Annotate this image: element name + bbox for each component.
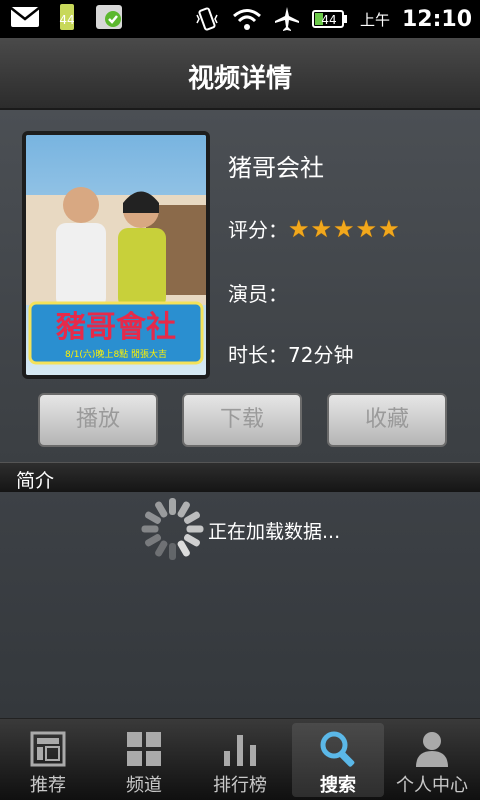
status-ampm: 上午 bbox=[359, 10, 390, 29]
battery-icon: 44 bbox=[311, 6, 348, 32]
rating-stars: ★ ★ ★ ★ ★ bbox=[288, 217, 400, 241]
tab-search[interactable]: 搜索 bbox=[292, 723, 384, 797]
chart-icon bbox=[224, 735, 256, 766]
rating-label: 评分： bbox=[228, 218, 288, 242]
bottom-tab-bar: 推荐 频道 排行榜 搜索 个人中心 bbox=[0, 718, 480, 800]
play-button[interactable]: 播放 bbox=[38, 393, 158, 447]
poster-caption: 8/1(六)晚上8點 閒張大吉 bbox=[65, 348, 167, 360]
tab-label: 频道 bbox=[126, 775, 162, 796]
tab-label: 个人中心 bbox=[396, 775, 468, 796]
tab-channel[interactable]: 频道 bbox=[98, 723, 190, 797]
cast-row: 演员： bbox=[228, 278, 288, 307]
tab-label: 排行榜 bbox=[213, 775, 267, 796]
intro-header-label: 简介 bbox=[16, 470, 55, 492]
intro-content: 正在加载数据... bbox=[0, 492, 480, 718]
video-title: 猪哥会社 bbox=[228, 154, 324, 182]
battery-level: 44 bbox=[321, 13, 336, 27]
tab-label: 推荐 bbox=[30, 775, 66, 796]
grid-icon bbox=[127, 732, 161, 766]
vibrate-icon bbox=[194, 6, 220, 32]
cast-label: 演员： bbox=[228, 282, 288, 306]
rating-row: 评分： ★ ★ ★ ★ ★ bbox=[228, 214, 400, 243]
title-bar: 视频详情 bbox=[0, 38, 480, 110]
duration-label: 时长： bbox=[228, 343, 288, 367]
video-detail-panel: 豬哥會社 8/1(六)晚上8點 閒張大吉 猪哥会社 评分： ★ ★ ★ ★ ★ 演员： … bbox=[0, 110, 480, 462]
duration-value: 72分钟 bbox=[288, 343, 354, 367]
person-icon bbox=[416, 732, 448, 767]
page-title: 视频详情 bbox=[187, 64, 292, 94]
star-icon: ★ bbox=[378, 214, 400, 243]
loading-spinner-icon bbox=[141, 498, 204, 560]
tab-recommend[interactable]: 推荐 bbox=[2, 723, 94, 797]
loading-text: 正在加载数据... bbox=[208, 521, 341, 543]
video-poster[interactable]: 豬哥會社 8/1(六)晚上8點 閒張大吉 bbox=[22, 131, 210, 379]
sync-check-icon bbox=[94, 4, 124, 30]
status-time: 12:10 bbox=[401, 6, 472, 32]
mail-icon bbox=[10, 4, 40, 30]
tab-label: 搜索 bbox=[320, 775, 356, 796]
poster-logo-text: 豬哥會社 bbox=[56, 310, 176, 345]
star-icon: ★ bbox=[288, 214, 310, 243]
notification-badge-icon: 44 bbox=[54, 4, 80, 30]
status-bar: 44 44 上午 12:10 bbox=[0, 0, 480, 38]
favorite-button[interactable]: 收藏 bbox=[327, 393, 447, 447]
star-icon: ★ bbox=[355, 214, 378, 243]
notification-count: 44 bbox=[59, 13, 74, 27]
download-button[interactable]: 下载 bbox=[182, 393, 302, 447]
intro-header: 简介 bbox=[0, 462, 480, 492]
recommend-icon bbox=[30, 731, 66, 767]
star-icon: ★ bbox=[310, 214, 333, 243]
tab-ranking[interactable]: 排行榜 bbox=[194, 723, 286, 797]
tab-profile[interactable]: 个人中心 bbox=[386, 723, 478, 797]
search-icon bbox=[320, 731, 355, 767]
wifi-icon bbox=[232, 6, 262, 32]
duration-row: 时长： 72分钟 bbox=[228, 339, 353, 368]
airplane-icon bbox=[274, 6, 300, 32]
star-icon: ★ bbox=[333, 214, 355, 243]
